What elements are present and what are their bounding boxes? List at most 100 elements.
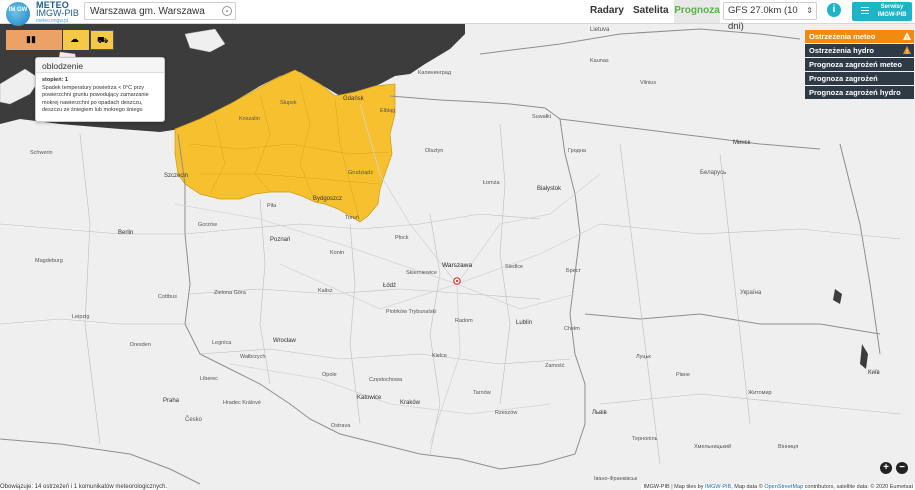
attribution-prefix: IMGW-PIB | Map tiles by xyxy=(643,484,706,490)
city-label-ternopil: Тернопіль xyxy=(632,436,658,442)
thermometer-warning-icon[interactable]: ▮▮ xyxy=(6,30,62,50)
menu-prognoza-zagrozen-hydro[interactable]: Prognoza zagrożeń hydro xyxy=(805,86,914,99)
cloud-warning-icon[interactable]: ☁ xyxy=(63,30,89,50)
brand-subtitle: IMGW-PIB xyxy=(36,8,79,18)
city-label-liberec: Liberec xyxy=(200,376,218,382)
map-attribution: IMGW-PIB | Map tiles by IMGW-PIB, Map da… xyxy=(641,484,915,490)
menu-item-label: Prognoza zagrożeń hydro xyxy=(809,88,901,97)
city-label-radom: Radom xyxy=(455,318,473,324)
popup-title: oblodzenie xyxy=(36,58,164,73)
country-label: Česko xyxy=(185,416,203,423)
city-label-piotrkow: Piotrków Trybunalski xyxy=(386,309,436,315)
city-label-leipzig: Leipzig xyxy=(72,314,89,320)
city-label-lomza: Łomża xyxy=(483,180,500,186)
city-label-konin: Konin xyxy=(330,250,344,256)
popup-description: Spadek temperatury powietrza < 0°C przy … xyxy=(42,84,149,114)
menu-item-label: Ostrzeżenia meteo xyxy=(809,32,876,41)
location-search[interactable] xyxy=(84,2,236,20)
serwisy-label: Serwisy IMGW-PIB xyxy=(875,3,909,19)
city-label-cottbus: Cottbus xyxy=(158,294,177,300)
top-bar: IM GW METEO IMGW-PIB meteo.imgw.pl Radar… xyxy=(0,0,915,32)
location-search-input[interactable] xyxy=(90,6,220,17)
city-label-pila: Piła xyxy=(267,203,277,209)
menu-ostrzezenia-meteo[interactable]: Ostrzeżenia meteo xyxy=(805,30,914,46)
city-label-skierniewice: Skierniewice xyxy=(406,270,437,276)
city-label-minsk: Минск xyxy=(733,140,751,146)
menu-prognoza-zagrozen-meteo[interactable]: Prognoza zagrożeń meteo xyxy=(805,58,914,71)
warning-popup[interactable]: oblodzenie stopień: 1 Spadek temperatury… xyxy=(35,57,165,122)
nav-radary[interactable]: Radary xyxy=(590,0,624,23)
city-label-wroclaw: Wrocław xyxy=(273,338,297,344)
city-label-katowice: Katowice xyxy=(357,395,382,401)
road-car-icon[interactable]: ⛟ xyxy=(90,30,114,50)
city-label-ivano: Івано-Франківськ xyxy=(594,476,638,482)
zoom-in-button[interactable]: + xyxy=(880,462,892,474)
city-label-kaunas: Kaunas xyxy=(590,58,609,64)
forecast-model-select[interactable]: GFS 27.0km (10 dni) ⇕ xyxy=(723,2,817,32)
city-label-poznan: Poznań xyxy=(270,237,290,243)
warnings-summary: Obowiązuje: 14 ostrzeżeń i 1 komunikatów… xyxy=(0,484,168,490)
city-label-opole: Opole xyxy=(322,372,337,378)
location-marker-dot xyxy=(455,279,459,283)
city-label-hrodna: Гродна xyxy=(568,148,587,154)
nav-prognoza[interactable]: Prognoza xyxy=(674,0,720,23)
city-label-lodz: Łódź xyxy=(383,283,396,289)
city-label-zamosc: Zamość xyxy=(545,363,565,369)
attribution-suffix: contributors, satellite data: © 2020 Eum… xyxy=(803,484,913,490)
geolocate-icon[interactable] xyxy=(222,6,232,16)
city-label-schwerin: Schwerin xyxy=(30,150,53,156)
city-label-berlin: Berlin xyxy=(118,230,133,236)
city-label-lublin: Lublin xyxy=(516,320,532,326)
brand-url: meteo.imgw.pl xyxy=(36,18,68,24)
attribution-link-osm[interactable]: OpenStreetMap xyxy=(764,484,803,490)
attribution-link-imgw[interactable]: IMGW-PIB xyxy=(705,484,731,490)
serwisy-label-line1: Serwisy xyxy=(880,4,904,10)
city-label-gorzow: Gorzów xyxy=(198,222,217,228)
warning-services-menu: Ostrzeżenia meteo Ostrzeżenia hydro Prog… xyxy=(805,30,914,100)
city-label-olsztyn: Olsztyn xyxy=(425,148,443,154)
menu-item-label: Ostrzeżenia hydro xyxy=(809,46,875,55)
logo-text: IM GW xyxy=(8,7,28,13)
menu-ostrzezenia-hydro[interactable]: Ostrzeżenia hydro xyxy=(805,44,914,60)
nav-satelita[interactable]: Satelita xyxy=(633,0,669,23)
city-label-kalisz: Kalisz xyxy=(318,288,333,294)
city-label-tarnow: Tarnów xyxy=(473,390,491,396)
country-label: Lietuva xyxy=(590,27,610,33)
city-label-brest: Брест xyxy=(566,268,581,274)
city-label-grudziadz: Grudziądz xyxy=(348,170,373,176)
city-label-krakow: Kraków xyxy=(400,400,421,406)
city-label-lviv: Львів xyxy=(592,410,607,416)
city-label-magdeburg: Magdeburg xyxy=(35,258,63,264)
imgw-logo[interactable]: IM GW xyxy=(6,2,34,26)
zoom-out-button[interactable]: − xyxy=(896,462,908,474)
city-label-kyiv: Київ xyxy=(868,370,880,376)
city-label-vinnytsia: Вінниця xyxy=(778,444,798,450)
city-label-chelm: Chełm xyxy=(564,326,580,332)
city-label-siedlce: Siedlce xyxy=(505,264,523,270)
popup-level-label: stopień: 1 xyxy=(42,77,68,83)
city-label-bydgoszcz: Bydgoszcz xyxy=(313,196,342,202)
warning-type-legend: ▮▮ ☁ ⛟ xyxy=(6,30,114,50)
city-label-szczecin: Szczecin xyxy=(164,173,188,179)
menu-prognoza-zagrozen-drogowych[interactable]: Prognoza zagrożeń drogowych xyxy=(805,72,914,96)
city-label-dresden: Dresden xyxy=(130,342,151,348)
city-label-gdansk: Gdańsk xyxy=(343,96,365,102)
city-label-zielona: Zielona Góra xyxy=(214,290,247,296)
brand[interactable]: METEO IMGW-PIB meteo.imgw.pl xyxy=(36,1,79,25)
city-label-koszalin: Koszalin xyxy=(239,116,260,122)
city-label-slupsk: Słupsk xyxy=(280,100,297,106)
city-label-suwalki: Suwałki xyxy=(532,114,551,120)
city-label-kaliningrad: Калининград xyxy=(418,70,452,76)
country-label: Беларусь xyxy=(700,170,726,176)
city-label-rzeszow: Rzeszów xyxy=(495,410,517,416)
city-label-kielce: Kielce xyxy=(432,353,447,359)
serwisy-menu-button[interactable]: Serwisy IMGW-PIB xyxy=(852,2,912,21)
city-label-bialystok: Białystok xyxy=(537,186,562,192)
city-label-torun: Toruń xyxy=(345,215,359,221)
city-label-plock: Płock xyxy=(395,235,409,241)
city-label-khmelnytskyi: Хмельницький xyxy=(694,443,731,450)
city-label-lutsk: Луцьк xyxy=(636,354,651,360)
info-icon[interactable]: i xyxy=(827,3,841,17)
city-label-zhytomyr: Житомир xyxy=(748,390,772,396)
popup-body: stopień: 1 Spadek temperatury powietrza … xyxy=(36,73,164,119)
